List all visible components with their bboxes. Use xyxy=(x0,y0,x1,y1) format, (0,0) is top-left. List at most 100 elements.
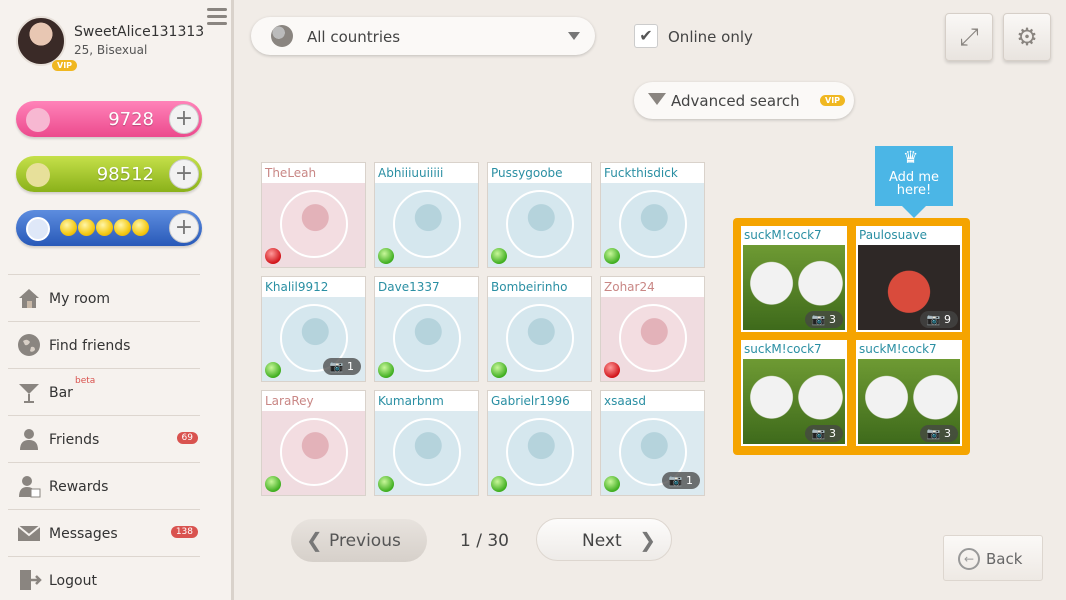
strawberry-icon xyxy=(26,108,50,132)
person-icon xyxy=(20,429,38,450)
cocktail-icon xyxy=(19,384,39,403)
house-icon xyxy=(19,289,39,308)
add-me-here-button[interactable]: ♛ Add me here! xyxy=(875,146,953,218)
female-silhouette-icon xyxy=(280,418,348,486)
user-card-name: Bombeirinho xyxy=(488,277,591,297)
chevron-right-icon: ❯ xyxy=(639,528,656,552)
next-label: Next xyxy=(582,531,622,551)
featured-user-name: suckM!cock7 xyxy=(744,342,822,356)
add-me-label: Add me here! xyxy=(889,170,939,198)
person-gift-icon xyxy=(19,476,41,498)
user-card-name: xsaasd xyxy=(601,391,704,411)
photo-count-badge: 📷 3 xyxy=(804,425,843,442)
male-silhouette-icon xyxy=(506,190,574,258)
gear-icon: ⚙ xyxy=(1016,23,1038,51)
male-silhouette-icon xyxy=(619,190,687,258)
badge-icon xyxy=(26,217,50,241)
user-card[interactable]: Kumarbnm xyxy=(374,390,479,496)
user-card[interactable]: Gabrielr1996 xyxy=(487,390,592,496)
add-coins-button[interactable]: + xyxy=(169,159,199,189)
user-card[interactable]: Pussygoobe xyxy=(487,162,592,268)
coin-row xyxy=(60,219,150,240)
featured-user-card[interactable]: suckM!cock7 📷 3 xyxy=(741,340,847,446)
online-status-dot xyxy=(378,362,394,378)
online-status-dot xyxy=(604,476,620,492)
globe-icon xyxy=(271,25,293,47)
globe-icon xyxy=(18,334,40,356)
nav-menu: My room Find friends Bar beta Friends 69… xyxy=(8,274,200,600)
camera-icon: 📷 xyxy=(329,360,344,373)
featured-user-name: suckM!cock7 xyxy=(744,228,822,242)
user-card-name: Dave1337 xyxy=(375,277,478,297)
user-card-name: Abhiiiuuiiiii xyxy=(375,163,478,183)
messages-count-badge: 138 xyxy=(170,526,198,538)
country-select[interactable]: All countries xyxy=(251,17,595,55)
female-silhouette-icon xyxy=(280,190,348,258)
hearts-balance: 9728 + xyxy=(16,101,202,137)
username: SweetAlice131313 xyxy=(74,24,205,40)
previous-button[interactable]: ❮ Previous xyxy=(291,519,427,562)
nav-my-room[interactable]: My room xyxy=(8,274,200,321)
coins-balance: 98512 + xyxy=(16,156,202,192)
user-card[interactable]: LaraRey xyxy=(261,390,366,496)
user-card-name: Khalil9912 xyxy=(262,277,365,297)
photo-count-badge: 📷 9 xyxy=(919,311,958,328)
online-only-label: Online only xyxy=(668,28,753,46)
online-status-dot xyxy=(378,476,394,492)
camera-icon: 📷 xyxy=(926,427,941,440)
nav-rewards[interactable]: Rewards xyxy=(8,462,200,509)
user-card[interactable]: Abhiiiuuiiiii xyxy=(374,162,479,268)
sidebar: VIP SweetAlice131313 25, Bisexual 9728 +… xyxy=(0,0,234,600)
settings-button[interactable]: ⚙ xyxy=(1003,13,1051,61)
filter-funnel-icon xyxy=(648,93,666,105)
photo-count-badge: 📷 1 xyxy=(322,358,361,375)
next-button[interactable]: Next ❯ xyxy=(536,518,672,561)
online-status-dot xyxy=(265,476,281,492)
nav-bar[interactable]: Bar beta xyxy=(8,368,200,415)
user-card[interactable]: Khalil9912 📷 1 xyxy=(261,276,366,382)
avatar[interactable] xyxy=(16,16,66,66)
envelope-icon xyxy=(17,525,41,541)
user-info: 25, Bisexual xyxy=(74,43,148,57)
user-card[interactable]: Dave1337 xyxy=(374,276,479,382)
online-only-checkbox[interactable]: ✔ xyxy=(634,24,658,48)
fullscreen-button[interactable]: ⤢ xyxy=(945,13,993,61)
online-status-dot xyxy=(265,248,281,264)
user-card[interactable]: TheLeah xyxy=(261,162,366,268)
male-silhouette-icon xyxy=(506,418,574,486)
male-silhouette-icon xyxy=(393,304,461,372)
photo-count-badge: 📷 3 xyxy=(919,425,958,442)
advanced-search-button[interactable]: Advanced search VIP xyxy=(634,82,854,119)
user-card[interactable]: Bombeirinho xyxy=(487,276,592,382)
featured-user-card[interactable]: Paulosuave 📷 9 xyxy=(856,226,962,332)
nav-logout[interactable]: Logout xyxy=(8,556,200,600)
female-silhouette-icon xyxy=(619,304,687,372)
user-card-name: TheLeah xyxy=(262,163,365,183)
profile-header[interactable]: VIP SweetAlice131313 25, Bisexual xyxy=(16,14,226,74)
user-card-name: Pussygoobe xyxy=(488,163,591,183)
photo-count-badge: 📷 3 xyxy=(804,311,843,328)
featured-user-card[interactable]: suckM!cock7 📷 3 xyxy=(856,340,962,446)
user-card[interactable]: xsaasd 📷 1 xyxy=(600,390,705,496)
user-card-name: Fuckthisdick xyxy=(601,163,704,183)
online-status-dot xyxy=(378,248,394,264)
nav-find-friends[interactable]: Find friends xyxy=(8,321,200,368)
featured-user-card[interactable]: suckM!cock7 📷 3 xyxy=(741,226,847,332)
user-card[interactable]: Zohar24 xyxy=(600,276,705,382)
nav-friends[interactable]: Friends 69 xyxy=(8,415,200,462)
add-vip-button[interactable]: + xyxy=(169,213,199,243)
chevron-left-icon: ❮ xyxy=(306,528,323,552)
featured-user-name: Paulosuave xyxy=(859,228,928,242)
vip-coins-balance: + xyxy=(16,210,202,246)
photo-count-badge: 📷 1 xyxy=(661,472,700,489)
user-card[interactable]: Fuckthisdick xyxy=(600,162,705,268)
friends-count-badge: 69 xyxy=(176,432,198,444)
nav-messages[interactable]: Messages 138 xyxy=(8,509,200,556)
country-select-value: All countries xyxy=(307,28,401,46)
hamburger-menu-icon[interactable] xyxy=(207,8,227,28)
camera-icon: 📷 xyxy=(926,313,941,326)
back-label: Back xyxy=(986,550,1023,568)
advanced-search-label: Advanced search xyxy=(671,92,800,110)
add-hearts-button[interactable]: + xyxy=(169,104,199,134)
back-button[interactable]: ← Back xyxy=(943,535,1043,581)
